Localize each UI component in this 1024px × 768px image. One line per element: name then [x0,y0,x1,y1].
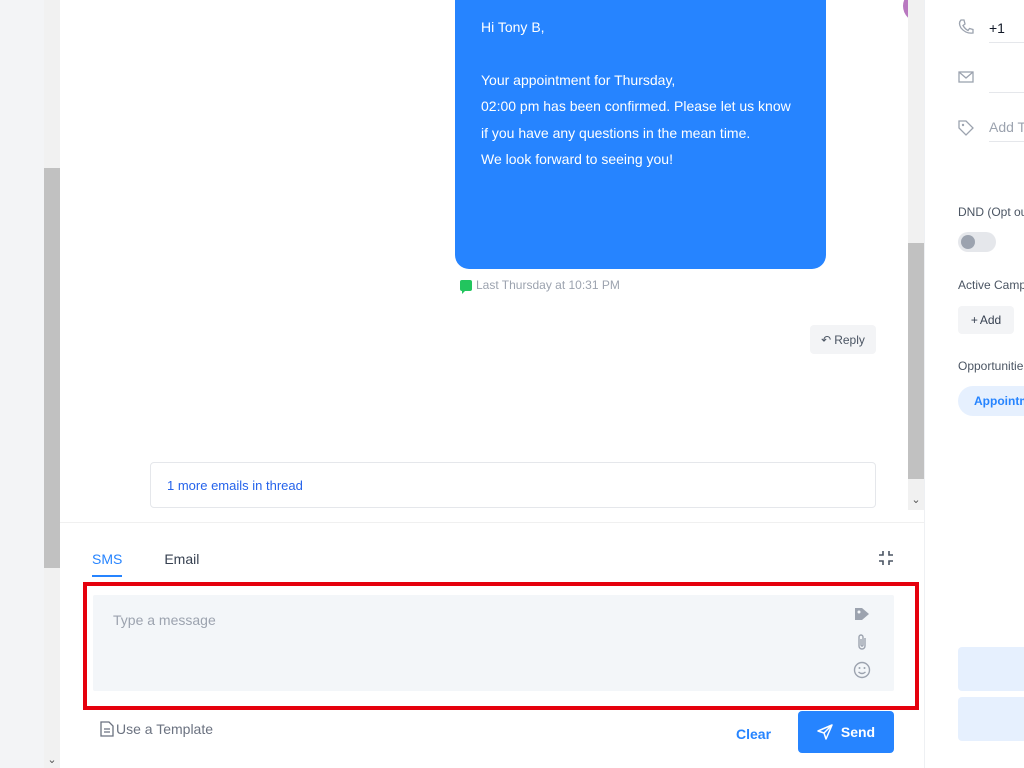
message-input-area[interactable] [93,595,894,691]
message-line: 02:00 pm has been confirmed. Please let … [481,98,791,141]
use-template-label: Use a Template [116,721,214,737]
add-campaign-button[interactable]: + Add [958,306,1014,334]
phone-icon [958,19,974,34]
tag-icon[interactable] [851,603,873,625]
tab-sms[interactable]: SMS [92,551,123,577]
email-field[interactable] [989,70,1024,93]
phone-field[interactable]: +1 [989,20,1024,43]
emoji-icon[interactable] [851,659,873,681]
message-line: We look forward to seeing you! [481,151,673,167]
contact-panel: +1 Add T DND (Opt ou Active Camp + Add O… [924,0,1024,768]
reply-button[interactable]: ↶ Reply [810,325,876,354]
panel-action-button[interactable] [958,697,1024,741]
message-meta: Last Thursday at 10:31 PM [460,278,620,294]
opportunity-pill[interactable]: Appointm [958,386,1024,416]
conversation-scroll-down-icon[interactable]: ⌄ [908,492,924,508]
left-gutter [0,0,44,768]
document-icon [100,721,114,737]
reply-icon: ↶ [821,332,832,347]
send-icon [817,724,833,740]
message-composer: SMS Email Use a Template Clear Send [60,522,924,768]
plus-icon: + [970,313,978,327]
dnd-label: DND (Opt ou [958,205,1024,219]
conversation-scrollbar-thumb[interactable] [908,243,924,479]
sms-icon [460,279,472,294]
use-template-link[interactable]: Use a Template [100,721,213,737]
reply-label: Reply [834,332,865,347]
send-button[interactable]: Send [798,711,894,753]
dnd-toggle[interactable] [958,232,996,252]
message-line: Your appointment for Thursday, [481,71,676,88]
message-greeting: Hi Tony B, [481,19,545,35]
outer-scroll-down-icon[interactable]: ⌄ [44,752,60,768]
add-label: Add [979,313,1002,327]
tag-icon [958,120,974,136]
message-timestamp: Last Thursday at 10:31 PM [476,278,620,292]
clear-button[interactable]: Clear [736,726,771,742]
send-label: Send [840,724,876,740]
composer-tabs: SMS Email [92,551,199,577]
attachment-icon[interactable] [851,631,873,653]
tab-email[interactable]: Email [164,551,199,577]
tags-input[interactable]: Add T [989,119,1024,142]
mail-icon [958,71,974,83]
outgoing-message-bubble: Hi Tony B, Your appointment for Thursday… [455,0,826,269]
more-emails-in-thread-link[interactable]: 1 more emails in thread [150,462,876,508]
message-input[interactable] [113,612,813,628]
opportunities-label: Opportunitie [958,359,1024,373]
outer-scrollbar-thumb[interactable] [44,168,60,568]
panel-action-button[interactable] [958,647,1024,691]
active-campaigns-label: Active Camp [958,278,1024,292]
collapse-icon[interactable] [878,550,894,566]
